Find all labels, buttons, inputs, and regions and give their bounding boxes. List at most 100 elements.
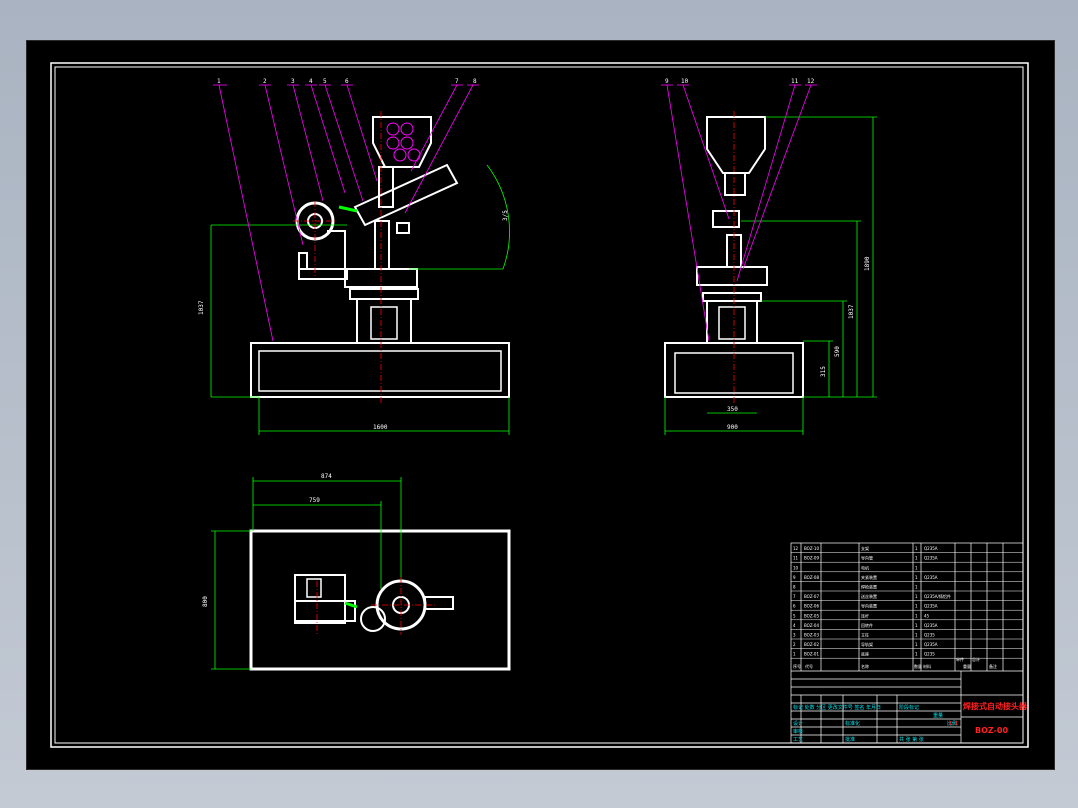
bom-cell-qty: 1 — [915, 585, 918, 590]
bom-cell-material: Q235A/铸铝件 — [924, 593, 951, 599]
bom-cell-seq: 7 — [793, 594, 796, 599]
dim-top-d1: 874 — [321, 473, 332, 480]
bom-cell-qty: 1 — [915, 633, 918, 638]
dim-side-inner-width: 350 — [727, 406, 738, 413]
bom-cell-name: 导轨架 — [861, 641, 873, 647]
bom-cell-seq: 3 — [793, 633, 796, 638]
bom-cell-seq: 5 — [793, 613, 796, 618]
drawing-title: 焊接式自动接头器 — [963, 701, 1028, 711]
rev-row: 标记 处数 分区 更改文件号 签名 年月日 — [793, 704, 881, 711]
bom-cell-code: BOZ-10 — [804, 546, 819, 551]
bom-cell-name: 送丝装置 — [861, 593, 877, 599]
bom-cell-material: Q235 — [924, 652, 935, 657]
bom-cell-material: Q235A — [924, 642, 938, 647]
bom-cell-qty: 1 — [915, 613, 918, 618]
dim-side-h2: 1037 — [848, 304, 855, 319]
std-label: 标准化 — [845, 720, 860, 727]
bom-cell-qty: 1 — [915, 546, 918, 551]
bom-head-qty: 数量 — [914, 663, 922, 669]
dim-front-width: 1600 — [373, 424, 388, 431]
bom-cell-name: 立柱 — [861, 632, 869, 638]
bom-head-weight: 重量 — [963, 663, 971, 669]
balloon-5: 5 — [323, 78, 327, 85]
bom-cell-name: 底座 — [861, 651, 869, 657]
bom-head-name: 名称 — [861, 663, 869, 669]
bom-cell-seq: 12 — [793, 546, 799, 551]
bom-cell-name: 回转件 — [861, 622, 873, 628]
bom-cell-qty: 1 — [915, 642, 918, 647]
bom-cell-qty: 1 — [915, 623, 918, 628]
bom-cell-seq: 2 — [793, 642, 796, 647]
bom-head-remark: 备注 — [989, 663, 997, 669]
dim-front-angle: 3/5 — [502, 210, 509, 221]
bom-cell-name: 夹紧装置 — [861, 574, 877, 580]
bom-cell-qty: 1 — [915, 594, 918, 599]
bom-cell-qty: 1 — [915, 575, 918, 580]
bom-head-material: 材料 — [923, 663, 931, 669]
bom-cell-code: BOZ-05 — [804, 613, 819, 618]
sheet-label: 共 张 第 张 — [899, 736, 924, 743]
bom-cell-material: Q235A — [924, 575, 938, 580]
weight-label: 重量 — [933, 712, 943, 719]
bom-cell-material: Q235A — [924, 604, 938, 609]
dim-side-h3: 590 — [834, 346, 841, 357]
bom-cell-material: Q235A — [924, 546, 938, 551]
top-view — [249, 529, 511, 671]
engineering-drawing: 1037 1600 3/5 1 2 3 4 5 6 7 8 1890 1037 … — [50, 62, 1029, 748]
sign-review: 审核 — [793, 728, 803, 735]
dim-side-h4: 315 — [820, 366, 827, 377]
drawing-number: BOZ-00 — [975, 726, 1008, 735]
bom-table: 12 BOZ-10 支架 1 Q235A11 BOZ-09 导向管 1 Q235A10 电机 19 B… — [791, 545, 1023, 659]
balloon-12: 12 — [807, 78, 815, 85]
bom-cell-name: 导向装置 — [861, 603, 877, 609]
bom-cell-code: BOZ-09 — [804, 556, 819, 561]
bom-cell-code: BOZ-01 — [804, 652, 819, 657]
bom-cell-seq: 8 — [793, 585, 796, 590]
balloon-11: 11 — [791, 78, 799, 85]
bom-cell-code: BOZ-02 — [804, 642, 819, 647]
balloon-1: 1 — [217, 78, 221, 85]
balloon-9: 9 — [665, 78, 669, 85]
sign-design: 设计 — [793, 720, 803, 727]
bom-cell-seq: 9 — [793, 575, 796, 580]
balloon-6: 6 — [345, 78, 349, 85]
front-balloons: 1 2 3 4 5 6 7 8 — [217, 78, 477, 85]
side-balloons: 9 10 11 12 — [665, 78, 815, 85]
balloon-4: 4 — [309, 78, 313, 85]
bom-cell-seq: 4 — [793, 623, 796, 628]
inner-frame — [54, 66, 1024, 744]
bom-cell-code: BOZ-04 — [804, 623, 819, 628]
sign-process: 工艺 — [793, 737, 803, 743]
bom-cell-code: BOZ-06 — [804, 604, 819, 609]
bom-cell-name: 焊枪装置 — [861, 584, 877, 590]
scale-value: 1:1 — [949, 721, 958, 727]
title-block: 12 BOZ-10 支架 1 Q235A11 BOZ-09 导向管 1 Q235A10 电机 19 B… — [790, 542, 1028, 744]
bom-head-seq: 序号 — [793, 663, 801, 669]
dim-side-total-height: 1890 — [864, 256, 871, 271]
bom-head-unit: 单件 — [956, 656, 964, 662]
balloon-10: 10 — [681, 78, 689, 85]
bom-cell-name: 电机 — [861, 564, 869, 570]
bom-cell-seq: 10 — [793, 565, 799, 570]
bom-cell-material: 45 — [924, 613, 930, 618]
bom-cell-seq: 1 — [793, 652, 796, 657]
bom-cell-qty: 1 — [915, 652, 918, 657]
bom-cell-qty: 1 — [915, 604, 918, 609]
dim-top-d2: 759 — [309, 497, 320, 504]
bom-cell-name: 支架 — [861, 545, 869, 551]
dim-top-height: 800 — [202, 596, 209, 607]
bom-cell-code: BOZ-08 — [804, 575, 819, 580]
bom-cell-material: Q235A — [924, 623, 938, 628]
balloon-7: 7 — [455, 78, 459, 85]
bom-head-code: 代号 — [805, 663, 813, 669]
bom-cell-name: 导向管 — [861, 555, 873, 561]
cad-viewport[interactable]: 1037 1600 3/5 1 2 3 4 5 6 7 8 1890 1037 … — [26, 40, 1055, 770]
bom-head-total: 总计 — [972, 656, 980, 662]
outer-frame — [50, 62, 1029, 748]
bom-cell-qty: 1 — [915, 556, 918, 561]
front-view — [250, 116, 510, 398]
bom-cell-seq: 6 — [793, 604, 796, 609]
bom-cell-code: BOZ-03 — [804, 633, 819, 638]
balloon-2: 2 — [263, 78, 267, 85]
balloon-8: 8 — [473, 78, 477, 85]
